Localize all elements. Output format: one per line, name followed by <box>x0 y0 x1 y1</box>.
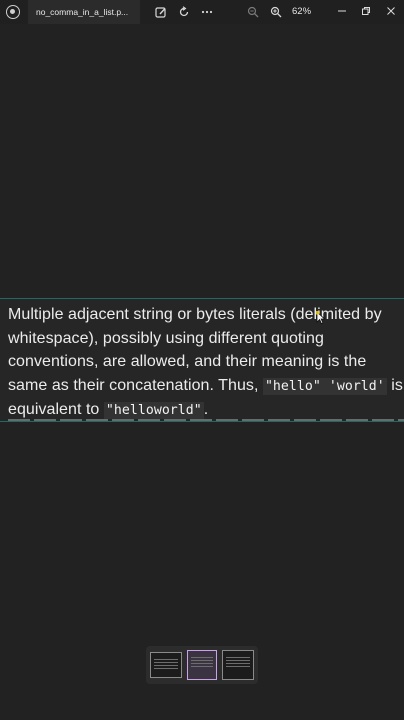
page-paragraph: Multiple adjacent string or bytes litera… <box>8 303 404 421</box>
title-bar: no_comma_in_a_list.p... 62% <box>0 0 404 24</box>
draw-icon[interactable] <box>154 5 168 19</box>
zoom-in-icon[interactable] <box>269 5 283 19</box>
code-hello-world: "hello" 'world' <box>262 377 387 395</box>
rotate-icon[interactable] <box>177 5 191 19</box>
tab-title: no_comma_in_a_list.p... <box>36 7 129 17</box>
document-tab[interactable]: no_comma_in_a_list.p... <box>28 0 140 24</box>
document-page: Multiple adjacent string or bytes litera… <box>0 298 404 422</box>
thumbnail-page-3[interactable] <box>222 650 254 680</box>
zoom-level[interactable]: 62% <box>292 6 311 17</box>
thumbnail-page-2[interactable] <box>187 650 217 680</box>
thumbnail-page-1[interactable] <box>150 652 182 678</box>
mouse-cursor-icon <box>316 311 326 325</box>
next-line-cutoff <box>8 415 404 421</box>
close-icon[interactable] <box>382 3 400 19</box>
restore-icon[interactable] <box>357 3 375 19</box>
zoom-out-icon[interactable] <box>246 5 260 19</box>
page-thumbnails <box>146 646 258 684</box>
more-icon[interactable] <box>200 5 214 19</box>
app-icon <box>6 5 20 19</box>
minimize-icon[interactable] <box>333 3 351 19</box>
